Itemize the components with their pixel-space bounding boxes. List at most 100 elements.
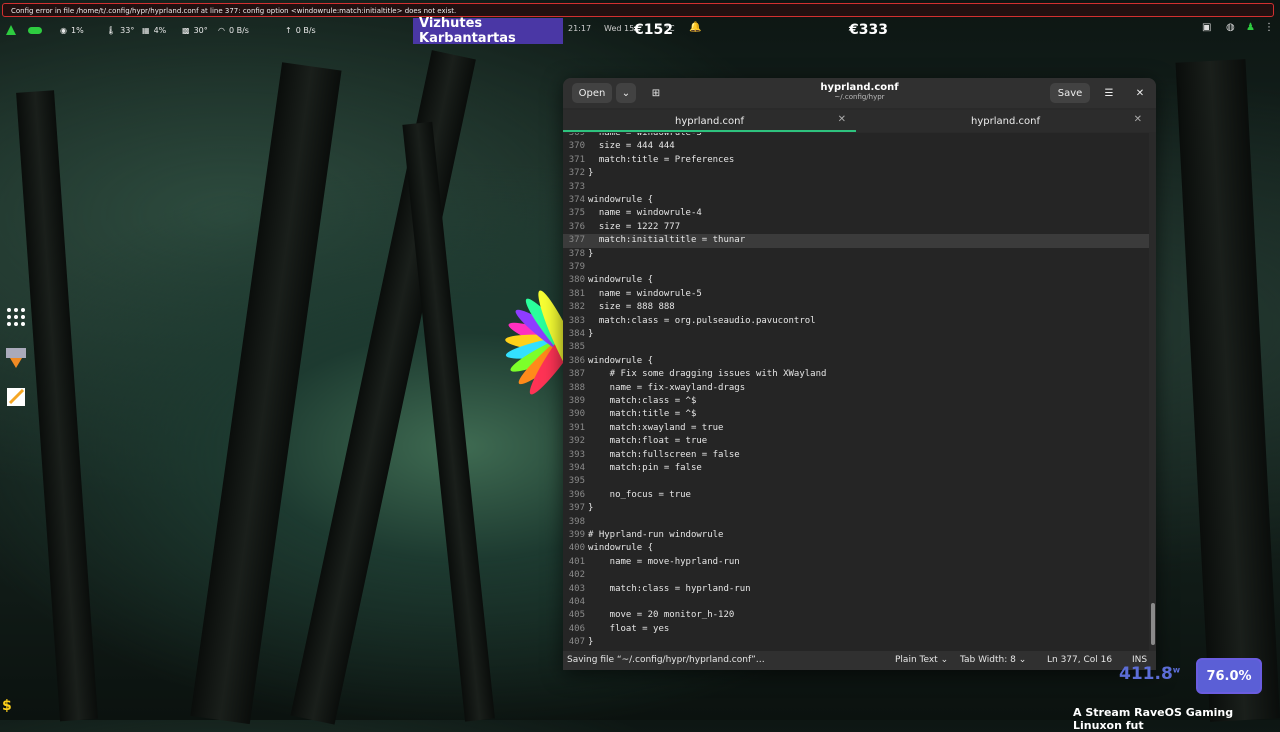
app-grid-icon[interactable] <box>4 305 28 329</box>
hamburger-menu-button[interactable]: ☰ <box>1098 83 1120 103</box>
open-menu-button[interactable]: ⌄ <box>616 83 636 103</box>
memory-widget[interactable]: ▦ 4% <box>142 23 166 37</box>
code-line[interactable]: 402 <box>563 569 1149 582</box>
code-line[interactable]: 397} <box>563 502 1149 515</box>
code-line[interactable]: 398 <box>563 516 1149 529</box>
cpu-widget[interactable]: ◉ 1% <box>60 23 84 37</box>
line-text: match:class = ^$ <box>588 396 697 406</box>
line-number: 386 <box>568 355 585 366</box>
line-number: 375 <box>568 208 585 219</box>
line-text: match:fullscreen = false <box>588 449 740 460</box>
code-line[interactable]: 388 name = fix-xwayland-drags <box>563 382 1149 395</box>
code-line[interactable]: 384} <box>563 328 1149 341</box>
code-line[interactable]: 401 name = move-hyprland-run <box>563 556 1149 569</box>
net-down-widget[interactable]: ◠ 0 B/s <box>218 23 249 37</box>
code-line[interactable]: 393 match:fullscreen = false <box>563 449 1149 462</box>
code-line[interactable]: 406 float = yes <box>563 623 1149 636</box>
code-editor[interactable]: 369 name = windowrule-3 370 size = 444 44… <box>563 133 1149 651</box>
net-up-widget[interactable]: ↑ 0 B/s <box>285 23 316 37</box>
code-line[interactable]: 369 name = windowrule-3 <box>563 133 1149 140</box>
code-line[interactable]: 383 match:class = org.pulseaudio.pavucon… <box>563 315 1149 328</box>
code-line[interactable]: 396 no_focus = true <box>563 489 1149 502</box>
gpu-widget[interactable]: ▩ 30° <box>182 23 208 37</box>
window-title: hyprland.conf ~/.config/hypr <box>793 82 926 101</box>
code-line[interactable]: 395 <box>563 475 1149 488</box>
donation-goal: €333 <box>849 22 888 38</box>
line-number: 373 <box>568 181 585 192</box>
user-icon[interactable]: ♟ <box>1246 22 1255 33</box>
temp-widget[interactable]: 🌡 33° <box>106 23 134 37</box>
open-button[interactable]: Open <box>572 83 612 103</box>
code-line[interactable]: 376 size = 1222 777 <box>563 221 1149 234</box>
tab-hyprland-conf-2[interactable]: hyprland.conf ✕ <box>859 110 1152 132</box>
code-line[interactable]: 375 name = windowrule-4 <box>563 207 1149 220</box>
line-text: match:xwayland = true <box>588 422 724 433</box>
code-line[interactable]: 394 match:pin = false <box>563 462 1149 475</box>
line-number: 397 <box>568 503 585 514</box>
cursor-position[interactable]: Ln 377, Col 16 <box>1047 655 1112 665</box>
code-line[interactable]: 391 match:xwayland = true <box>563 422 1149 435</box>
code-line[interactable]: 404 <box>563 596 1149 609</box>
close-window-button[interactable]: ✕ <box>1130 83 1150 103</box>
line-text: } <box>588 248 594 259</box>
code-line[interactable]: 381 name = windowrule-5 <box>563 288 1149 301</box>
installer-icon[interactable] <box>4 345 28 369</box>
line-number: 392 <box>568 436 585 447</box>
code-line[interactable]: 405 move = 20 monitor_h-120 <box>563 609 1149 622</box>
code-line[interactable]: 407} <box>563 636 1149 649</box>
line-number: 381 <box>568 288 585 299</box>
code-line[interactable]: 373 <box>563 181 1149 194</box>
code-line[interactable]: 377 match:initialtitle = thunar <box>563 234 1149 248</box>
scrollbar[interactable] <box>1151 603 1155 645</box>
bell-icon[interactable]: 🔔 <box>689 22 701 33</box>
close-tab-icon[interactable]: ✕ <box>1134 114 1142 125</box>
line-text: } <box>588 329 594 339</box>
clock[interactable]: 21:17 <box>568 24 591 33</box>
code-line[interactable]: 392 match:float = true <box>563 435 1149 448</box>
config-error-banner: Config error in file /home/t/.config/hyp… <box>2 3 1274 17</box>
text-editor-icon[interactable] <box>4 385 28 409</box>
text-editor-window: Open ⌄ ⊞ hyprland.conf ~/.config/hypr Sa… <box>563 78 1156 670</box>
language-selector[interactable]: Plain Text ⌄ <box>895 655 948 665</box>
code-line[interactable]: 390 match:title = ^$ <box>563 408 1149 421</box>
code-line[interactable]: 374 windowrule { <box>563 194 1149 207</box>
clipboard-icon[interactable]: ▣ <box>1202 22 1211 33</box>
rainbow-flower-decoration <box>505 290 570 400</box>
line-number: 378 <box>568 248 585 259</box>
tab-width-selector[interactable]: Tab Width: 8 ⌄ <box>960 655 1026 665</box>
power-profile-icon[interactable]: ◍ <box>1226 22 1235 33</box>
code-line[interactable]: 399 # Hyprland-run windowrule <box>563 529 1149 542</box>
code-line[interactable]: 387 # Fix some dragging issues with XWay… <box>563 368 1149 381</box>
line-text: size = 888 888 <box>588 302 675 313</box>
tab-hyprland-conf-1[interactable]: hyprland.conf ✕ <box>563 110 856 132</box>
new-tab-button[interactable]: ⊞ <box>645 83 667 103</box>
code-line[interactable]: 386 windowrule { <box>563 355 1149 368</box>
line-number: 391 <box>568 422 585 433</box>
code-line[interactable]: 370 size = 444 444 <box>563 140 1149 153</box>
code-line[interactable]: 385 <box>563 341 1149 354</box>
code-line[interactable]: 371 match:title = Preferences <box>563 154 1149 167</box>
code-line[interactable]: 400 windowrule { <box>563 542 1149 555</box>
line-number: 377 <box>568 235 585 246</box>
code-line[interactable]: 382 size = 888 888 <box>563 301 1149 314</box>
tab-bar: hyprland.conf ✕ hyprland.conf ✕ <box>563 110 1156 132</box>
line-text: } <box>588 637 594 648</box>
close-tab-icon[interactable]: ✕ <box>838 114 846 125</box>
line-text: float = yes <box>588 623 670 634</box>
code-line[interactable]: 379 <box>563 261 1149 274</box>
code-line[interactable]: 372} <box>563 167 1149 180</box>
arch-logo-icon[interactable] <box>6 23 16 37</box>
code-line[interactable]: 378} <box>563 248 1149 261</box>
date[interactable]: Wed 15 <box>604 24 634 33</box>
menu-dots-icon[interactable]: ⋮ <box>1264 22 1274 33</box>
status-message: Saving file “~/.config/hypr/hyprland.con… <box>567 655 765 665</box>
code-line[interactable]: 389 match:class = ^$ <box>563 395 1149 408</box>
save-button[interactable]: Save <box>1050 83 1090 103</box>
cpu-icon: ◉ <box>60 25 67 35</box>
thermometer-icon: 🌡 <box>106 25 117 35</box>
line-number: 399 <box>568 530 585 540</box>
line-number: 389 <box>568 396 585 406</box>
line-text: move = 20 monitor_h-120 <box>588 610 735 621</box>
code-line[interactable]: 380 windowrule { <box>563 274 1149 287</box>
code-line[interactable]: 403 match:class = hyprland-run <box>563 583 1149 596</box>
